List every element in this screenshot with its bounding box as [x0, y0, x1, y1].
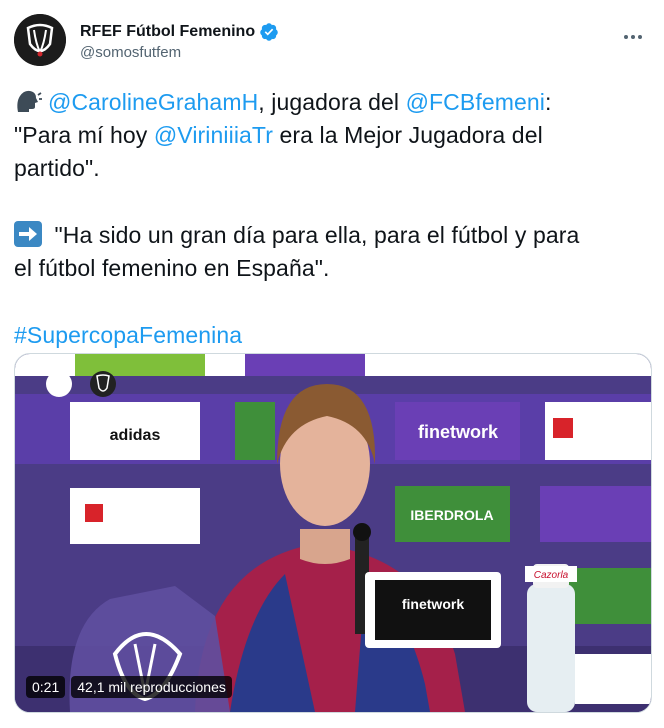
video-duration: 0:21 [26, 676, 66, 698]
tweet-text-segment: "Para mí hoy [14, 122, 154, 148]
board-label: finetwork [418, 422, 499, 442]
speaking-head-icon [14, 88, 42, 123]
mention-link[interactable]: @CarolineGrahamH [48, 89, 258, 115]
right-arrow-icon [14, 221, 42, 256]
board-label: IBERDROLA [410, 507, 493, 523]
tweet-text-segment: "Ha sido un gran día para ella, para el … [48, 222, 580, 248]
display-name[interactable]: RFEF Fútbol Femenino [80, 23, 255, 41]
avatar[interactable] [14, 14, 66, 66]
tweet-line: el fútbol femenino en España". [14, 252, 654, 285]
verified-badge-icon [260, 23, 278, 41]
table-placard: finetwork [365, 572, 501, 648]
tweet-text: @CarolineGrahamH, jugadora del @FCBfemen… [14, 86, 654, 352]
mention-link[interactable]: @ViriniiiaTr [154, 122, 273, 148]
tweet-text-segment: , jugadora del [258, 89, 406, 115]
tweet-text-segment: partido". [14, 155, 100, 181]
hashtag-link[interactable]: #SupercopaFemenina [14, 322, 242, 348]
tweet-header: RFEF Fútbol Femenino @somosfutfem [14, 12, 650, 70]
name-row: RFEF Fútbol Femenino [80, 22, 279, 42]
author-handle[interactable]: @somosfutfem [80, 44, 181, 61]
more-options-button[interactable] [616, 20, 650, 54]
video-view-count: 42,1 mil reproducciones [71, 676, 232, 698]
tweet-text-segment: : [544, 89, 552, 115]
tweet-line: @CarolineGrahamH, jugadora del @FCBfemen… [14, 86, 654, 119]
water-bottle: Cazorla [525, 564, 577, 712]
tweet-text-segment: el fútbol femenino en España". [14, 255, 330, 281]
tweet-line: "Ha sido un gran día para ella, para el … [14, 219, 654, 252]
mention-link[interactable]: @FCBfemeni [406, 89, 545, 115]
tweet-line: "Para mí hoy @ViriniiiaTr era la Mejor J… [14, 119, 654, 152]
board-label: finetwork [402, 596, 464, 612]
video-frame: adidas finetwork IBERDROLA finetwork Caz… [15, 354, 651, 712]
tweet-text-segment: era la Mejor Jugadora del [272, 122, 543, 148]
board-label: adidas [110, 427, 161, 444]
video-info-overlay: 0:21 42,1 mil reproducciones [26, 676, 232, 698]
video-player[interactable]: adidas finetwork IBERDROLA finetwork Caz… [14, 353, 652, 713]
tweet-line: partido". [14, 152, 654, 185]
tweet-line: #SupercopaFemenina [14, 319, 654, 352]
board-label: Cazorla [534, 570, 569, 581]
rfef-crest-icon [14, 14, 66, 66]
more-dots-icon [624, 35, 642, 39]
